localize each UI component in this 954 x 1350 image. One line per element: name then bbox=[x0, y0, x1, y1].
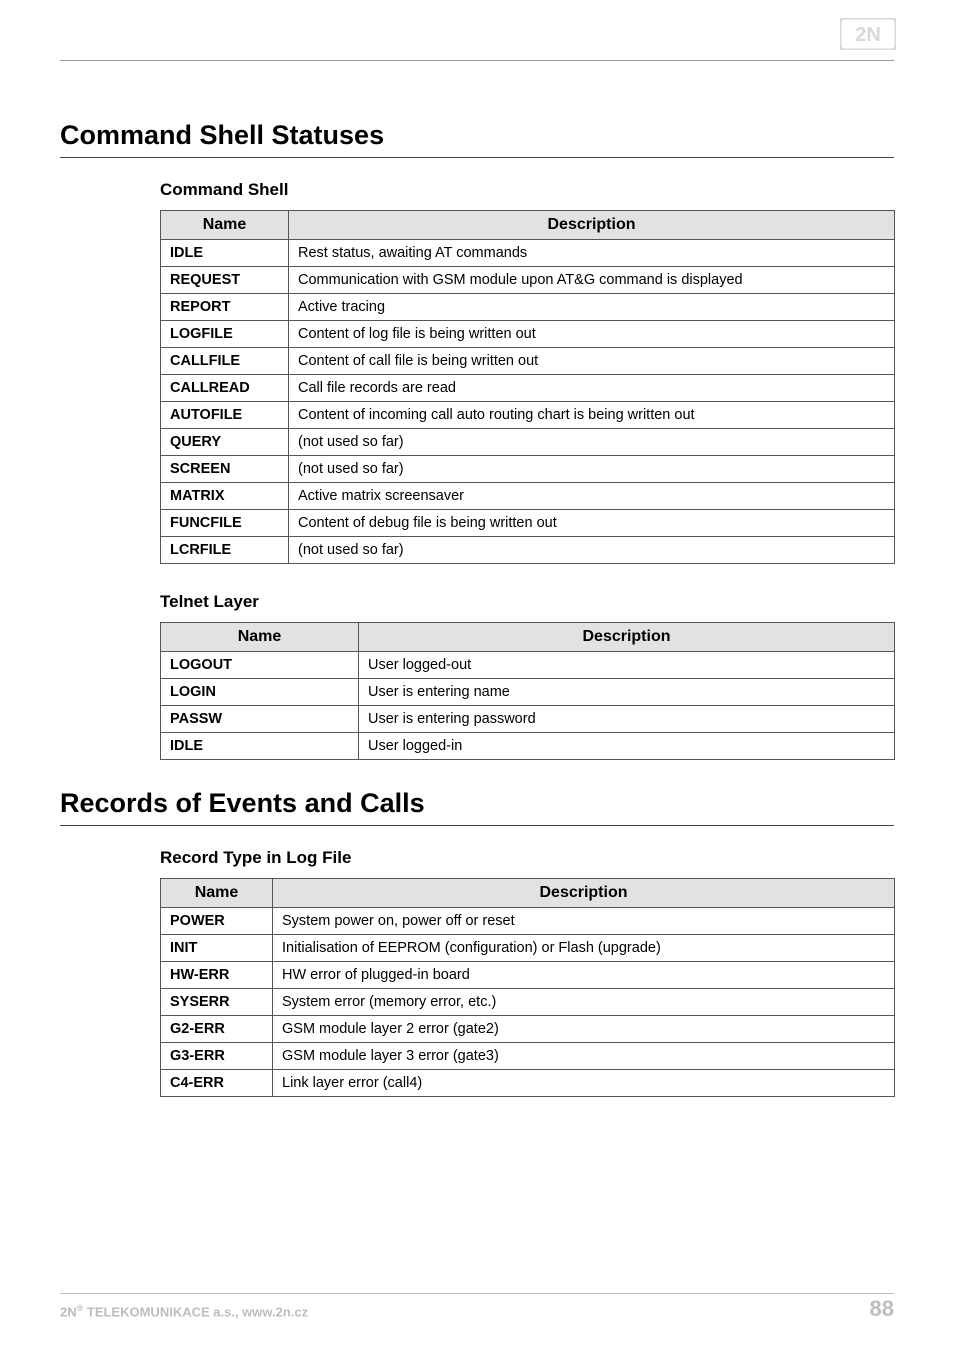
data-table: NameDescriptionIDLERest status, awaiting… bbox=[160, 210, 895, 564]
page-number: 88 bbox=[870, 1296, 894, 1322]
data-table: NameDescriptionLOGOUTUser logged-outLOGI… bbox=[160, 622, 895, 760]
table-header-cell: Name bbox=[161, 211, 289, 240]
table-row: AUTOFILEContent of incoming call auto ro… bbox=[161, 402, 895, 429]
table-name-cell: AUTOFILE bbox=[161, 402, 289, 429]
table-name-cell: IDLE bbox=[161, 240, 289, 267]
table-name-cell: C4-ERR bbox=[161, 1070, 273, 1097]
table-name-cell: G2-ERR bbox=[161, 1016, 273, 1043]
table-name-cell: LCRFILE bbox=[161, 537, 289, 564]
table-desc-cell: (not used so far) bbox=[289, 537, 895, 564]
table-desc-cell: User is entering password bbox=[359, 706, 895, 733]
table-row: SYSERRSystem error (memory error, etc.) bbox=[161, 989, 895, 1016]
table-row: POWERSystem power on, power off or reset bbox=[161, 908, 895, 935]
table-desc-cell: User logged-out bbox=[359, 652, 895, 679]
table-desc-cell: Content of incoming call auto routing ch… bbox=[289, 402, 895, 429]
table-name-cell: G3-ERR bbox=[161, 1043, 273, 1070]
table-row: MATRIXActive matrix screensaver bbox=[161, 483, 895, 510]
table-row: INITInitialisation of EEPROM (configurat… bbox=[161, 935, 895, 962]
table-row: G3-ERRGSM module layer 3 error (gate3) bbox=[161, 1043, 895, 1070]
table-name-cell: LOGIN bbox=[161, 679, 359, 706]
table-name-cell: IDLE bbox=[161, 733, 359, 760]
table-desc-cell: (not used so far) bbox=[289, 456, 895, 483]
table-desc-cell: Initialisation of EEPROM (configuration)… bbox=[273, 935, 895, 962]
header-divider bbox=[60, 60, 894, 61]
table-desc-cell: Call file records are read bbox=[289, 375, 895, 402]
page-footer: 2N® TELEKOMUNIKACE a.s., www.2n.cz 88 bbox=[60, 1296, 894, 1322]
table-name-cell: PASSW bbox=[161, 706, 359, 733]
table-row: LOGOUTUser logged-out bbox=[161, 652, 895, 679]
table-desc-cell: Active matrix screensaver bbox=[289, 483, 895, 510]
table-row: FUNCFILEContent of debug file is being w… bbox=[161, 510, 895, 537]
table-name-cell: MATRIX bbox=[161, 483, 289, 510]
table-desc-cell: Content of call file is being written ou… bbox=[289, 348, 895, 375]
table-row: REPORTActive tracing bbox=[161, 294, 895, 321]
table-name-cell: QUERY bbox=[161, 429, 289, 456]
table-title: Command Shell bbox=[160, 180, 894, 200]
section-underline bbox=[60, 157, 894, 158]
table-desc-cell: System power on, power off or reset bbox=[273, 908, 895, 935]
table-desc-cell: GSM module layer 3 error (gate3) bbox=[273, 1043, 895, 1070]
table-name-cell: POWER bbox=[161, 908, 273, 935]
table-name-cell: LOGOUT bbox=[161, 652, 359, 679]
footer-divider bbox=[60, 1293, 894, 1294]
table-row: LCRFILE(not used so far) bbox=[161, 537, 895, 564]
table-row: SCREEN(not used so far) bbox=[161, 456, 895, 483]
table-row: LOGFILEContent of log file is being writ… bbox=[161, 321, 895, 348]
table-desc-cell: (not used so far) bbox=[289, 429, 895, 456]
table-header-cell: Description bbox=[359, 623, 895, 652]
table-row: LOGINUser is entering name bbox=[161, 679, 895, 706]
table-row: QUERY(not used so far) bbox=[161, 429, 895, 456]
table-title: Record Type in Log File bbox=[160, 848, 894, 868]
table-name-cell: REQUEST bbox=[161, 267, 289, 294]
table-row: HW-ERRHW error of plugged-in board bbox=[161, 962, 895, 989]
table-desc-cell: Content of debug file is being written o… bbox=[289, 510, 895, 537]
table-row: IDLEUser logged-in bbox=[161, 733, 895, 760]
table-title: Telnet Layer bbox=[160, 592, 894, 612]
table-desc-cell: Active tracing bbox=[289, 294, 895, 321]
table-row: C4-ERRLink layer error (call4) bbox=[161, 1070, 895, 1097]
footer-company: 2N® TELEKOMUNIKACE a.s., www.2n.cz bbox=[60, 1303, 308, 1319]
table-desc-cell: User logged-in bbox=[359, 733, 895, 760]
data-table: NameDescriptionPOWERSystem power on, pow… bbox=[160, 878, 895, 1097]
table-header-cell: Name bbox=[161, 623, 359, 652]
table-name-cell: CALLREAD bbox=[161, 375, 289, 402]
table-desc-cell: Content of log file is being written out bbox=[289, 321, 895, 348]
svg-text:2N: 2N bbox=[855, 24, 881, 46]
table-name-cell: CALLFILE bbox=[161, 348, 289, 375]
table-desc-cell: GSM module layer 2 error (gate2) bbox=[273, 1016, 895, 1043]
table-row: G2-ERRGSM module layer 2 error (gate2) bbox=[161, 1016, 895, 1043]
table-desc-cell: Communication with GSM module upon AT&G … bbox=[289, 267, 895, 294]
table-row: IDLERest status, awaiting AT commands bbox=[161, 240, 895, 267]
table-header-cell: Name bbox=[161, 879, 273, 908]
table-name-cell: SYSERR bbox=[161, 989, 273, 1016]
table-row: PASSWUser is entering password bbox=[161, 706, 895, 733]
table-desc-cell: System error (memory error, etc.) bbox=[273, 989, 895, 1016]
section-heading: Records of Events and Calls bbox=[60, 788, 894, 819]
table-name-cell: INIT bbox=[161, 935, 273, 962]
table-header-cell: Description bbox=[289, 211, 895, 240]
table-name-cell: HW-ERR bbox=[161, 962, 273, 989]
table-header-cell: Description bbox=[273, 879, 895, 908]
table-name-cell: LOGFILE bbox=[161, 321, 289, 348]
table-desc-cell: Rest status, awaiting AT commands bbox=[289, 240, 895, 267]
table-row: REQUESTCommunication with GSM module upo… bbox=[161, 267, 895, 294]
section-heading: Command Shell Statuses bbox=[60, 120, 894, 151]
table-name-cell: SCREEN bbox=[161, 456, 289, 483]
table-desc-cell: HW error of plugged-in board bbox=[273, 962, 895, 989]
page-content: Command Shell StatusesCommand ShellNameD… bbox=[60, 120, 894, 1125]
table-desc-cell: Link layer error (call4) bbox=[273, 1070, 895, 1097]
table-name-cell: FUNCFILE bbox=[161, 510, 289, 537]
section-underline bbox=[60, 825, 894, 826]
table-row: CALLREADCall file records are read bbox=[161, 375, 895, 402]
table-name-cell: REPORT bbox=[161, 294, 289, 321]
table-row: CALLFILEContent of call file is being wr… bbox=[161, 348, 895, 375]
brand-logo: 2N bbox=[840, 18, 896, 50]
table-desc-cell: User is entering name bbox=[359, 679, 895, 706]
